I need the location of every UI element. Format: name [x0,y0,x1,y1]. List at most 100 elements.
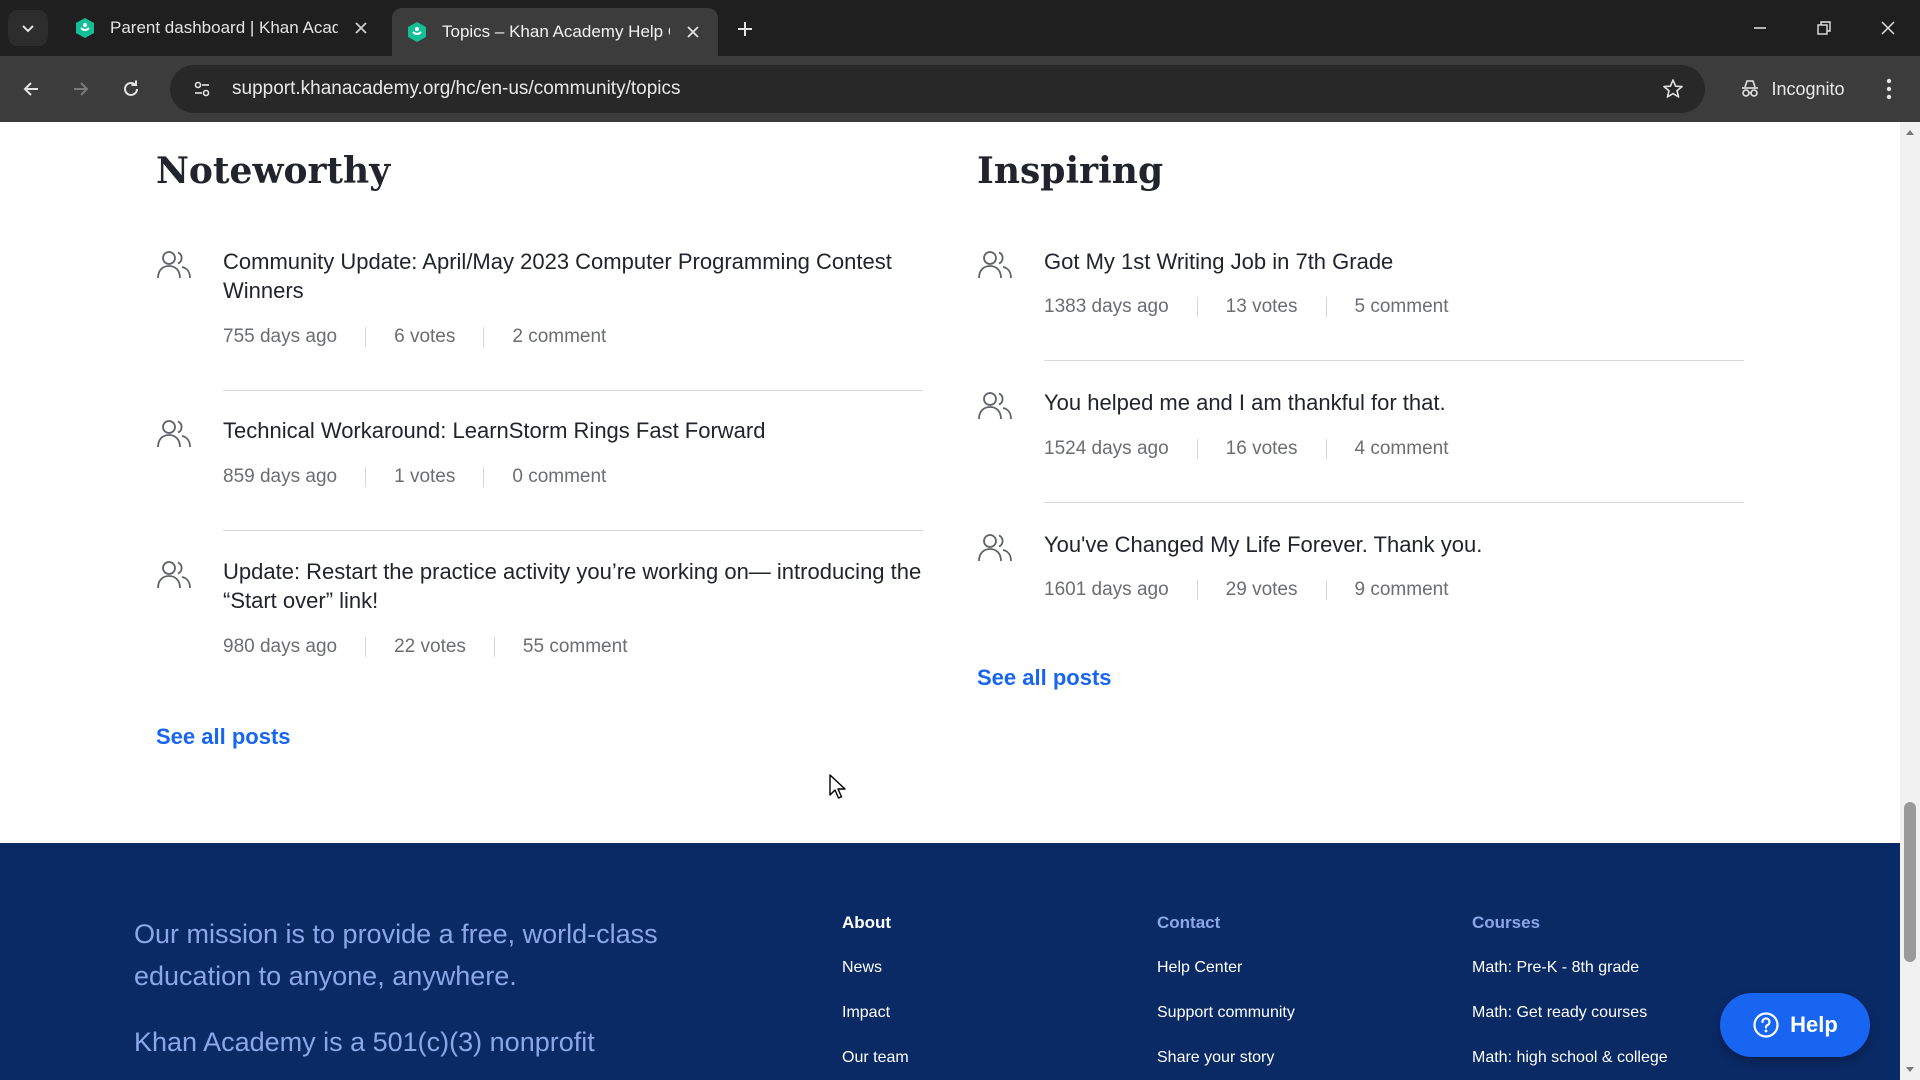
meta-separator [1196,439,1198,459]
community-users-icon [978,534,1012,562]
post-meta: 1383 days ago 13 votes 5 comment [1044,296,1448,318]
incognito-icon [1742,80,1759,97]
close-tab-icon[interactable] [350,17,372,39]
close-window-button[interactable] [1868,10,1908,46]
restore-icon [1817,21,1831,35]
meta-separator [483,467,485,487]
footer-link[interactable]: Help Center [1157,959,1242,977]
restore-button[interactable] [1804,10,1844,46]
site-info-button[interactable] [180,67,224,111]
plus-icon [738,22,752,36]
tab-search-button[interactable] [8,10,48,46]
meta-separator [1196,580,1198,600]
post-age: 980 days ago [223,636,338,657]
chevron-down-icon [22,25,34,33]
community-users-icon [157,561,191,589]
post-title-link[interactable]: You helped me and I am thankful for that… [1044,388,1744,417]
meta-separator [1325,580,1327,600]
post-votes: 16 votes [1225,438,1298,459]
meta-separator [483,327,485,347]
see-all-posts-link[interactable]: See all posts [977,665,1112,691]
minimize-icon [1754,27,1766,29]
tab-title: Parent dashboard | Khan Academy [110,18,338,37]
page-content: Noteworthy Community Update: April/May 2… [0,122,1900,1080]
footer-link[interactable]: Share your story [1157,1049,1274,1067]
footer-link[interactable]: Impact [842,1004,890,1022]
footer-link[interactable]: News [842,959,882,977]
meta-separator [493,637,495,657]
post-age: 1524 days ago [1044,438,1169,459]
tab-topics-help-center[interactable]: Topics – Khan Academy Help Center [392,8,718,56]
minimize-button[interactable] [1740,10,1780,46]
meta-separator [365,637,367,657]
community-users-icon [157,420,191,448]
post-divider [1044,360,1744,361]
meta-separator [1196,297,1198,317]
close-tab-icon[interactable] [682,21,704,43]
post-meta: 755 days ago 6 votes 2 comment [223,326,606,348]
post-title-link[interactable]: Community Update: April/May 2023 Compute… [223,247,923,305]
footer-courses-column: Courses Math: Pre-K - 8th grade Math: Ge… [1472,913,1668,1066]
post-comments: 9 comment [1354,579,1449,600]
url-text[interactable]: support.khanacademy.org/hc/en-us/communi… [232,78,1653,100]
post-comments: 2 comment [512,326,607,347]
post-meta: 1601 days ago 29 votes 9 comment [1044,579,1448,601]
footer-link[interactable]: Math: Get ready courses [1472,1004,1647,1022]
tune-icon [194,81,210,97]
address-bar[interactable]: support.khanacademy.org/hc/en-us/communi… [170,65,1705,113]
bookmark-button[interactable] [1653,69,1693,109]
mouse-cursor-icon [829,774,846,799]
meta-separator [365,467,367,487]
help-button[interactable]: Help [1720,993,1870,1057]
community-users-icon [978,251,1012,279]
post-divider [223,390,923,391]
see-all-posts-link[interactable]: See all posts [156,724,291,750]
post-votes: 1 votes [394,466,456,487]
tab-title: Topics – Khan Academy Help Center [442,22,670,41]
scrollbar-thumb[interactable] [1904,802,1916,962]
footer-heading-contact: Contact [1157,913,1221,932]
mission-statement: Our mission is to provide a free, world-… [134,919,658,991]
footer-link[interactable]: Math: Pre-K - 8th grade [1472,959,1639,977]
tab-parent-dashboard[interactable]: Parent dashboard | Khan Academy [60,8,386,48]
post-votes: 13 votes [1225,296,1298,317]
post-comments: 5 comment [1354,296,1449,317]
section-title: Noteworthy [156,150,391,192]
post-comments: 4 comment [1354,438,1449,459]
reload-button[interactable] [112,70,150,108]
site-footer: Our mission is to provide a free, world-… [0,843,1900,1080]
new-tab-button[interactable] [730,14,760,44]
reload-icon [124,80,138,96]
footer-link[interactable]: Math: high school & college [1472,1049,1668,1067]
post-title-link[interactable]: Technical Workaround: LearnStorm Rings F… [223,416,923,445]
forward-button[interactable] [62,70,100,108]
footer-link[interactable]: Our team [842,1049,909,1067]
khan-academy-favicon-icon [76,18,94,38]
browser-menu-button[interactable] [1870,70,1908,108]
post-title-link[interactable]: Got My 1st Writing Job in 7th Grade [1044,247,1744,276]
footer-contact-column: Contact Help Center Support community Sh… [1157,913,1295,1066]
meta-separator [1325,297,1327,317]
back-button[interactable] [12,70,50,108]
post-comments: 0 comment [512,466,607,487]
khan-academy-favicon-icon [408,22,426,42]
page-scrollbar[interactable] [1900,122,1920,1080]
footer-link[interactable]: Support community [1157,1004,1295,1022]
arrow-left-icon [23,82,38,96]
post-age: 859 days ago [223,466,338,487]
browser-toolbar: support.khanacademy.org/hc/en-us/communi… [0,56,1920,122]
community-users-icon [978,392,1012,420]
nonprofit-statement: Khan Academy is a 501(c)(3) nonprofit [134,1027,595,1057]
post-meta: 859 days ago 1 votes 0 comment [223,466,606,488]
post-title-link[interactable]: Update: Restart the practice activity yo… [223,557,923,615]
meta-separator [365,327,367,347]
incognito-profile-button[interactable]: Incognito [1722,66,1862,112]
arrow-right-icon [74,82,89,96]
post-title-link[interactable]: You've Changed My Life Forever. Thank yo… [1044,530,1744,559]
post-meta: 1524 days ago 16 votes 4 comment [1044,438,1448,460]
scroll-up-arrow-icon[interactable] [1904,126,1916,138]
post-meta: 980 days ago 22 votes 55 comment [223,636,627,658]
browser-tab-strip: Parent dashboard | Khan Academy Topics –… [0,0,1920,56]
help-button-label: Help [1790,1012,1838,1037]
scroll-down-arrow-icon[interactable] [1904,1064,1916,1076]
